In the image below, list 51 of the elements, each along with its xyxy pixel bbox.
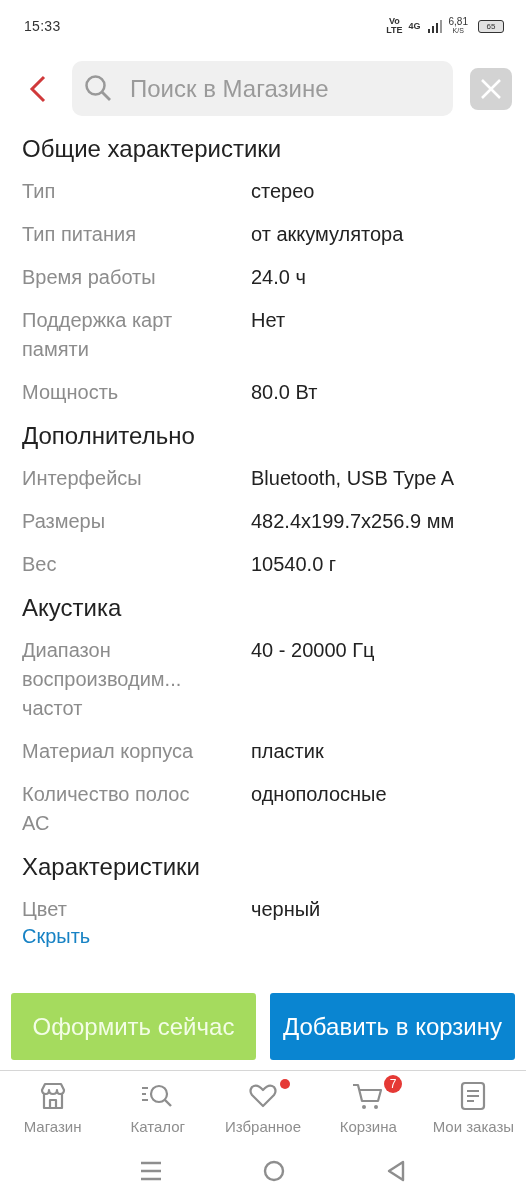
spec-label: Время работы bbox=[22, 265, 157, 290]
section-title: Характеристики bbox=[22, 852, 201, 882]
section-title: Дополнительно bbox=[22, 421, 196, 451]
nav-tab[interactable]: Магазин bbox=[23, 1117, 82, 1137]
spec-value: черный bbox=[251, 897, 322, 922]
spec-value: Bluetooth, USB Type A bbox=[251, 466, 456, 491]
spec-value: от аккумулятора bbox=[251, 222, 405, 247]
volte-label: Vo bbox=[388, 17, 400, 26]
nav-tab[interactable]: Избранное bbox=[225, 1117, 301, 1137]
battery-icon: 65 bbox=[478, 19, 504, 33]
spec-value: пластик bbox=[251, 739, 325, 764]
volte-label: LTE bbox=[386, 26, 403, 35]
spec-value: 40 - 20000 Гц bbox=[251, 638, 376, 663]
spec-value: 80.0 Вт bbox=[251, 380, 319, 405]
nav-tab[interactable]: Каталог bbox=[130, 1117, 186, 1137]
cart-icon bbox=[352, 1081, 385, 1111]
home-icon[interactable] bbox=[263, 1160, 285, 1182]
clock: 15:33 bbox=[24, 18, 62, 34]
spec-value: стерео bbox=[251, 179, 316, 204]
spec-label: Интерфейсы bbox=[22, 466, 143, 491]
spec-label: Диапазон воспроизводим... частот bbox=[22, 638, 183, 721]
signal-icon bbox=[426, 19, 443, 33]
network-label: 4G bbox=[408, 21, 421, 31]
spec-value: Нет bbox=[251, 308, 287, 333]
spec-label: Тип питания bbox=[22, 222, 137, 247]
document-icon bbox=[460, 1081, 487, 1111]
spec-label: Поддержка карт памяти bbox=[22, 308, 174, 362]
section-title: Акустика bbox=[22, 593, 123, 623]
spec-value: 10540.0 г bbox=[251, 552, 338, 577]
section-title: Общие характеристики bbox=[22, 134, 283, 164]
spec-value: однополосные bbox=[251, 782, 388, 807]
cart-count-badge: 7 bbox=[384, 1075, 403, 1093]
nav-tab[interactable]: Мои заказы bbox=[432, 1117, 515, 1137]
spec-label: Вес bbox=[22, 552, 58, 577]
spec-label: Количество полос АС bbox=[22, 782, 191, 836]
search-icon bbox=[84, 74, 112, 102]
close-icon bbox=[480, 77, 502, 100]
speed-value: 6,81 bbox=[448, 17, 468, 26]
spec-label: Размеры bbox=[22, 509, 107, 534]
back-icon[interactable] bbox=[385, 1160, 406, 1182]
hide-link[interactable]: Скрыть bbox=[22, 924, 91, 948]
nav-tab[interactable]: Корзина bbox=[339, 1117, 397, 1137]
spec-label: Цвет bbox=[22, 897, 68, 922]
spec-label: Мощность bbox=[22, 380, 120, 405]
add-to-cart-button[interactable]: Добавить в корзину bbox=[270, 993, 515, 1060]
spec-label: Тип bbox=[22, 179, 57, 204]
spec-value: 482.4x199.7x256.9 мм bbox=[251, 509, 456, 534]
menu-icon[interactable] bbox=[140, 1160, 163, 1182]
spec-label: Материал корпуса bbox=[22, 739, 195, 764]
spec-value: 24.0 ч bbox=[251, 265, 307, 290]
search-field[interactable]: Поиск в Магазине bbox=[72, 61, 453, 116]
